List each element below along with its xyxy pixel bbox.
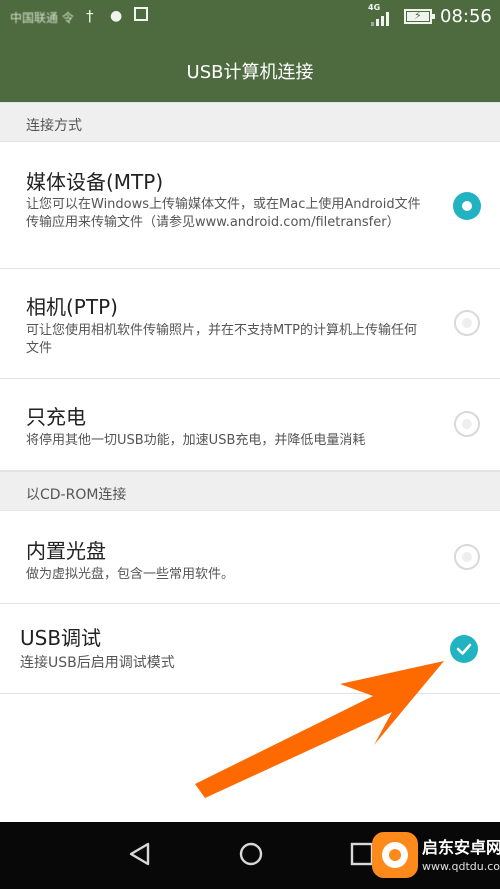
signal-icon <box>371 12 393 26</box>
status-bar: 中国联通 令 † ● 4G ⚡ 08:56 <box>0 0 500 36</box>
option-description: 连接USB后启用调试模式 <box>20 655 175 671</box>
checkbox-checked-icon[interactable] <box>450 635 478 663</box>
radio-unselected-icon[interactable] <box>454 544 480 570</box>
watermark-name: 启东安卓网 <box>422 838 500 857</box>
watermark: 启东安卓网 www.qdtdu.com <box>372 830 500 889</box>
image-icon <box>134 7 148 21</box>
radio-unselected-icon[interactable] <box>454 310 480 336</box>
option-description: 做为虚拟光盘，包含一些常用软件。 <box>26 567 235 582</box>
clock: 08:56 <box>440 6 492 27</box>
home-icon[interactable] <box>231 834 271 874</box>
battery-charging-icon: ⚡ <box>404 9 435 24</box>
section-header-connection-mode: 连接方式 <box>0 102 500 142</box>
radio-selected-icon[interactable] <box>453 192 481 220</box>
option-usb-debugging[interactable]: USB调试 连接USB后启用调试模式 <box>0 604 500 694</box>
option-title: 内置光盘 <box>26 539 106 563</box>
watermark-logo-icon <box>372 832 418 878</box>
debug-android-icon: ● <box>110 8 123 24</box>
section-header-cdrom: 以CD-ROM连接 <box>0 471 500 511</box>
option-mtp[interactable]: 媒体设备(MTP) 让您可以在Windows上传输媒体文件，或在Mac上使用An… <box>0 142 500 269</box>
option-description: 可让您使用相机软件传输照片，并在不支持MTP的计算机上传输任何文件 <box>26 323 417 356</box>
option-title: 相机(PTP) <box>26 295 118 319</box>
option-charge-only[interactable]: 只充电 将停用其他一切USB功能，加速USB充电，并降低电量消耗 <box>0 379 500 471</box>
usb-icon: † <box>86 7 94 25</box>
option-description: 将停用其他一切USB功能，加速USB充电，并降低电量消耗 <box>26 433 366 448</box>
radio-unselected-icon[interactable] <box>454 411 480 437</box>
watermark-url: www.qdtdu.com <box>422 860 500 873</box>
option-title: 媒体设备(MTP) <box>26 170 164 194</box>
section-header-label: 连接方式 <box>26 118 82 134</box>
option-description: 让您可以在Windows上传输媒体文件，或在Mac上使用Android文件传输应… <box>26 197 421 230</box>
section-header-label: 以CD-ROM连接 <box>26 487 127 503</box>
page-title: USB计算机连接 <box>186 62 314 83</box>
option-builtin-cd[interactable]: 内置光盘 做为虚拟光盘，包含一些常用软件。 <box>0 511 500 604</box>
option-ptp[interactable]: 相机(PTP) 可让您使用相机软件传输照片，并在不支持MTP的计算机上传输任何文… <box>0 269 500 379</box>
option-title: 只充电 <box>26 405 86 429</box>
option-title: USB调试 <box>20 626 102 650</box>
back-icon[interactable] <box>120 834 160 874</box>
title-bar: USB计算机连接 <box>0 36 500 102</box>
carrier-label: 中国联通 令 <box>10 11 74 25</box>
network-type: 4G <box>368 3 381 12</box>
